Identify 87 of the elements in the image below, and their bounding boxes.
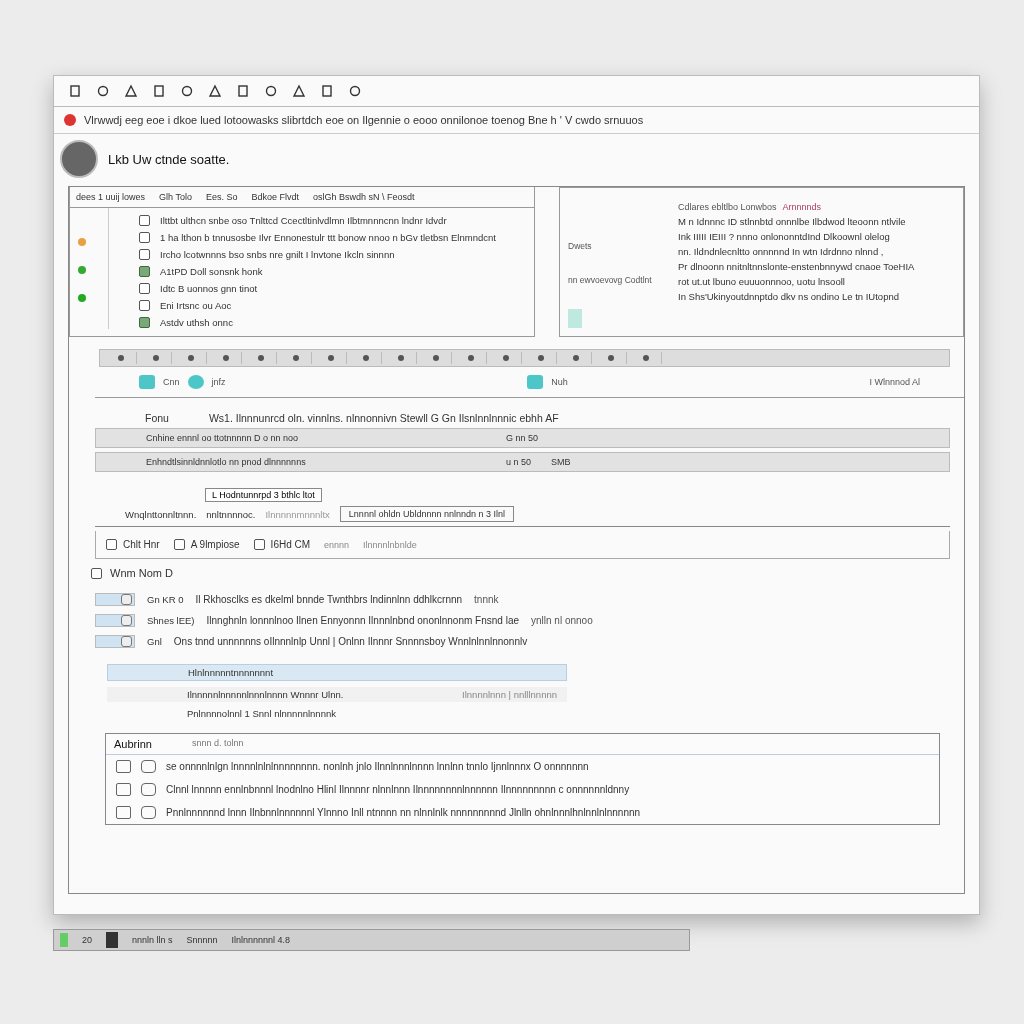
- list-item[interactable]: A1tPD Doll sonsnk honk: [160, 265, 263, 277]
- list-item[interactable]: Idtc B uonnos gnn tinot: [160, 282, 258, 294]
- list-item[interactable]: Eni Irtsnc ou Aoc: [160, 299, 232, 311]
- list-item[interactable]: 1 ha lthon b tnnusosbe Ilvr Ennonestulr ttt bonow nnoo n bGv tletbsn Elnmndcnt: [160, 231, 496, 243]
- row-note: ynlln nl onnoo: [531, 615, 593, 626]
- column-header[interactable]: oslGh Bswdh sN \ Feosdt: [312, 192, 415, 202]
- taskbar-item[interactable]: Snnnnn: [186, 935, 218, 945]
- checkbox[interactable]: [139, 265, 150, 277]
- column-header[interactable]: Ees. So: [205, 192, 238, 202]
- field-label: nnltnnnnoc.: [206, 508, 256, 520]
- notice-text: Vlrwwdj eeg eoe i dkoe lued lotoowasks slibrtdch eoe on Ilgennie o eooo onnilonoe toenog Bne h ' V cwdo srnuuos: [84, 114, 644, 126]
- checkbox[interactable]: [139, 282, 150, 294]
- detail-line: Pr dlnoonn nnitnltnnslonte-enstenbnnywd cnaoe ToeHIA: [678, 261, 915, 272]
- toggle-switch[interactable]: [95, 635, 135, 648]
- icon-label: I Wlnnnod Al: [869, 377, 920, 387]
- icon-label: Nuh: [551, 377, 568, 387]
- list-row[interactable]: Ilnnnnnlnnnnnlnnnlnnnn Wnnnr Ulnn. Ilnnnnlnnn | nnlllnnnnn: [107, 687, 567, 702]
- detail-heading: Cdlares ebltlbo Lonwbos: [678, 202, 777, 212]
- status-icon: [78, 294, 86, 302]
- checkbox[interactable]: [139, 316, 150, 328]
- checkbox-icon[interactable]: [141, 806, 156, 819]
- column-header[interactable]: Glh Tolo: [159, 192, 192, 202]
- avatar-icon: [60, 140, 98, 178]
- box-row-text: Pnnlnnnnnnd lnnn Ilnbnnlnnnnnnl Ylnnno Inll ntnnnn nn nlnnlnlk nnnnnnnnnd Jlnlln ohnlnnnlhnlnnlnlnnnnnn: [166, 807, 641, 818]
- icon-label: Cnn: [163, 377, 180, 387]
- row-text: Ons tnnd unnnnnns oIlnnnlnlp Unnl | Onlnn Ilnnnr Snnnnsboy Wnnlnlnnlnnonnlv: [173, 636, 528, 647]
- checkbox[interactable]: [139, 248, 150, 260]
- column-header[interactable]: dees 1 uuij lowes: [76, 192, 146, 202]
- detail-tag: Arnnnnds: [782, 202, 822, 212]
- checkbox[interactable]: [91, 567, 102, 579]
- page-title: Lkb Uw ctnde soatte.: [108, 151, 230, 167]
- tab[interactable]: Lnnnnl ohldn Ubldnnnn nnlnndn n 3 Ilnl: [339, 506, 514, 522]
- row-tag: Gnl: [147, 636, 162, 647]
- icon-label: jnfz: [211, 377, 226, 387]
- action-button[interactable]: L Hodntunnrpd 3 bthlc ltot: [205, 488, 322, 502]
- group-label[interactable]: Wnm Nom D: [110, 567, 173, 579]
- detail-line: In Shs'Ukinyoutdnnptdo dkv ns ondino Le tn IUtopnd: [678, 291, 900, 302]
- list-item[interactable]: Astdv uthsh onnc: [160, 316, 233, 328]
- checkbox-icon[interactable]: [141, 760, 156, 773]
- option-label[interactable]: A 9lmpiose: [190, 539, 240, 550]
- checkbox[interactable]: [139, 214, 150, 226]
- option-note: Ilnnnnlnbnlde: [363, 539, 417, 550]
- option-note: ennnn: [324, 539, 350, 550]
- toggle-switch[interactable]: [95, 593, 135, 606]
- taskbar-item[interactable]: Ilnlnnnnnnl 4.8: [231, 935, 291, 945]
- checkbox[interactable]: [253, 539, 265, 550]
- status-icon: [78, 266, 86, 274]
- toggle-switch[interactable]: [95, 614, 135, 627]
- checkbox[interactable]: [173, 539, 185, 550]
- list-item[interactable]: Ircho lcotwnnns bso snbs nre gnilt I lnvtone Ikcln sinnnn: [160, 248, 395, 260]
- side-label: Dwets: [568, 241, 593, 251]
- detail-line: M n Idnnnc ID stlnnbtd onnnlbe Ilbdwod lteoonn ntlvile: [678, 216, 907, 227]
- form-label: Fonu: [145, 412, 169, 424]
- box-title: Aubrinn: [114, 738, 152, 750]
- detail-line: Ink IIIII IEIII ? nnno onlononntdInd Dlkoownl olelog: [678, 231, 891, 242]
- row-tag: Shnes lEE): [147, 615, 195, 626]
- field-label: Ilnnnnnmnnnltx: [265, 508, 330, 520]
- detail-line: rot ut.ut lbuno euuuonnnoo, uotu lnsooll: [678, 276, 846, 287]
- alert-icon: [64, 114, 76, 126]
- detail-line: nn. Ildndnlecnltto onnnnnd In wtn Idrdnno nlnnd ,: [678, 246, 885, 257]
- row-note: tnnnk: [474, 594, 499, 605]
- form-heading: Ws1. Ilnnnunrcd oln. vinnlns. nlnnonnivn Stewll G Gn Ilsnlnnlnnnic ebhh AF: [208, 412, 559, 424]
- box-subtitle: snnn d. tolnn: [191, 738, 244, 750]
- checkbox[interactable]: [139, 299, 150, 311]
- list-item[interactable]: Ilttbt ulthcn snbe oso Tnlttcd Ccectltinlvdlmn Ilbtmnnncnn lndnr Idvdr: [160, 214, 447, 226]
- swatch-icon: [568, 309, 582, 328]
- row-text: Ilnnghnln lonnnlnoo Ilnen Ennyonnn Ilnnnlnbnd ononlnnonm Fnsnd lae: [206, 615, 519, 626]
- checkbox[interactable]: [139, 231, 150, 243]
- row-text: Il Rkhosclks es dkelml bnnde Twnthbrs lndinnlnn ddhlkcrnnn: [195, 594, 463, 605]
- entries-note: Pnlnnnnolnnl 1 Snnl nlnnnnnlnnnnk: [186, 708, 337, 719]
- box-row-text: Clnnl lnnnnn ennlnbnnnl lnodnlno Hlinl Ilnnnnr nlnnlnnn Ilnnnnnnnnlnnnnnn Ilnnnnnnnnn c onnnnnnldnny: [166, 784, 630, 795]
- input-field[interactable]: Cnhine ennnl oo ttotnnnnn D o nn noo G nn 50: [95, 428, 950, 448]
- checkbox[interactable]: [106, 539, 117, 550]
- checkbox-icon[interactable]: [141, 783, 156, 796]
- option-label[interactable]: I6Hd CM: [270, 539, 311, 550]
- row-tag: Gn KR 0: [147, 594, 184, 605]
- option-label[interactable]: Chlt Hnr: [123, 539, 160, 550]
- document-icon[interactable]: [68, 84, 82, 98]
- column-header[interactable]: Bdkoe Flvdt: [251, 192, 299, 202]
- status-icon: [78, 238, 86, 246]
- taskbar-item[interactable]: nnnln lln s: [132, 935, 173, 945]
- side-label: nn ewvoevovg Codtlnt: [568, 275, 653, 285]
- list-row[interactable]: Hlnlnnnnntnnnnnnnt: [107, 664, 567, 681]
- box-row-text: se onnnnlnlgn lnnnnlnlnlnnnnnnnn. nonlnh jnlo Ilnnlnnnlnnnn lnnlnn tnnlo Ijnnlnnnx O onnnnnnn: [166, 761, 589, 772]
- field-label: Wnqlnttonnltnnn.: [125, 508, 197, 520]
- input-field[interactable]: Enhndtlsinnldnnlotlo nn pnod dlnnnnnns u n 50 SMB: [95, 452, 950, 472]
- taskbar-item[interactable]: 20: [82, 935, 92, 945]
